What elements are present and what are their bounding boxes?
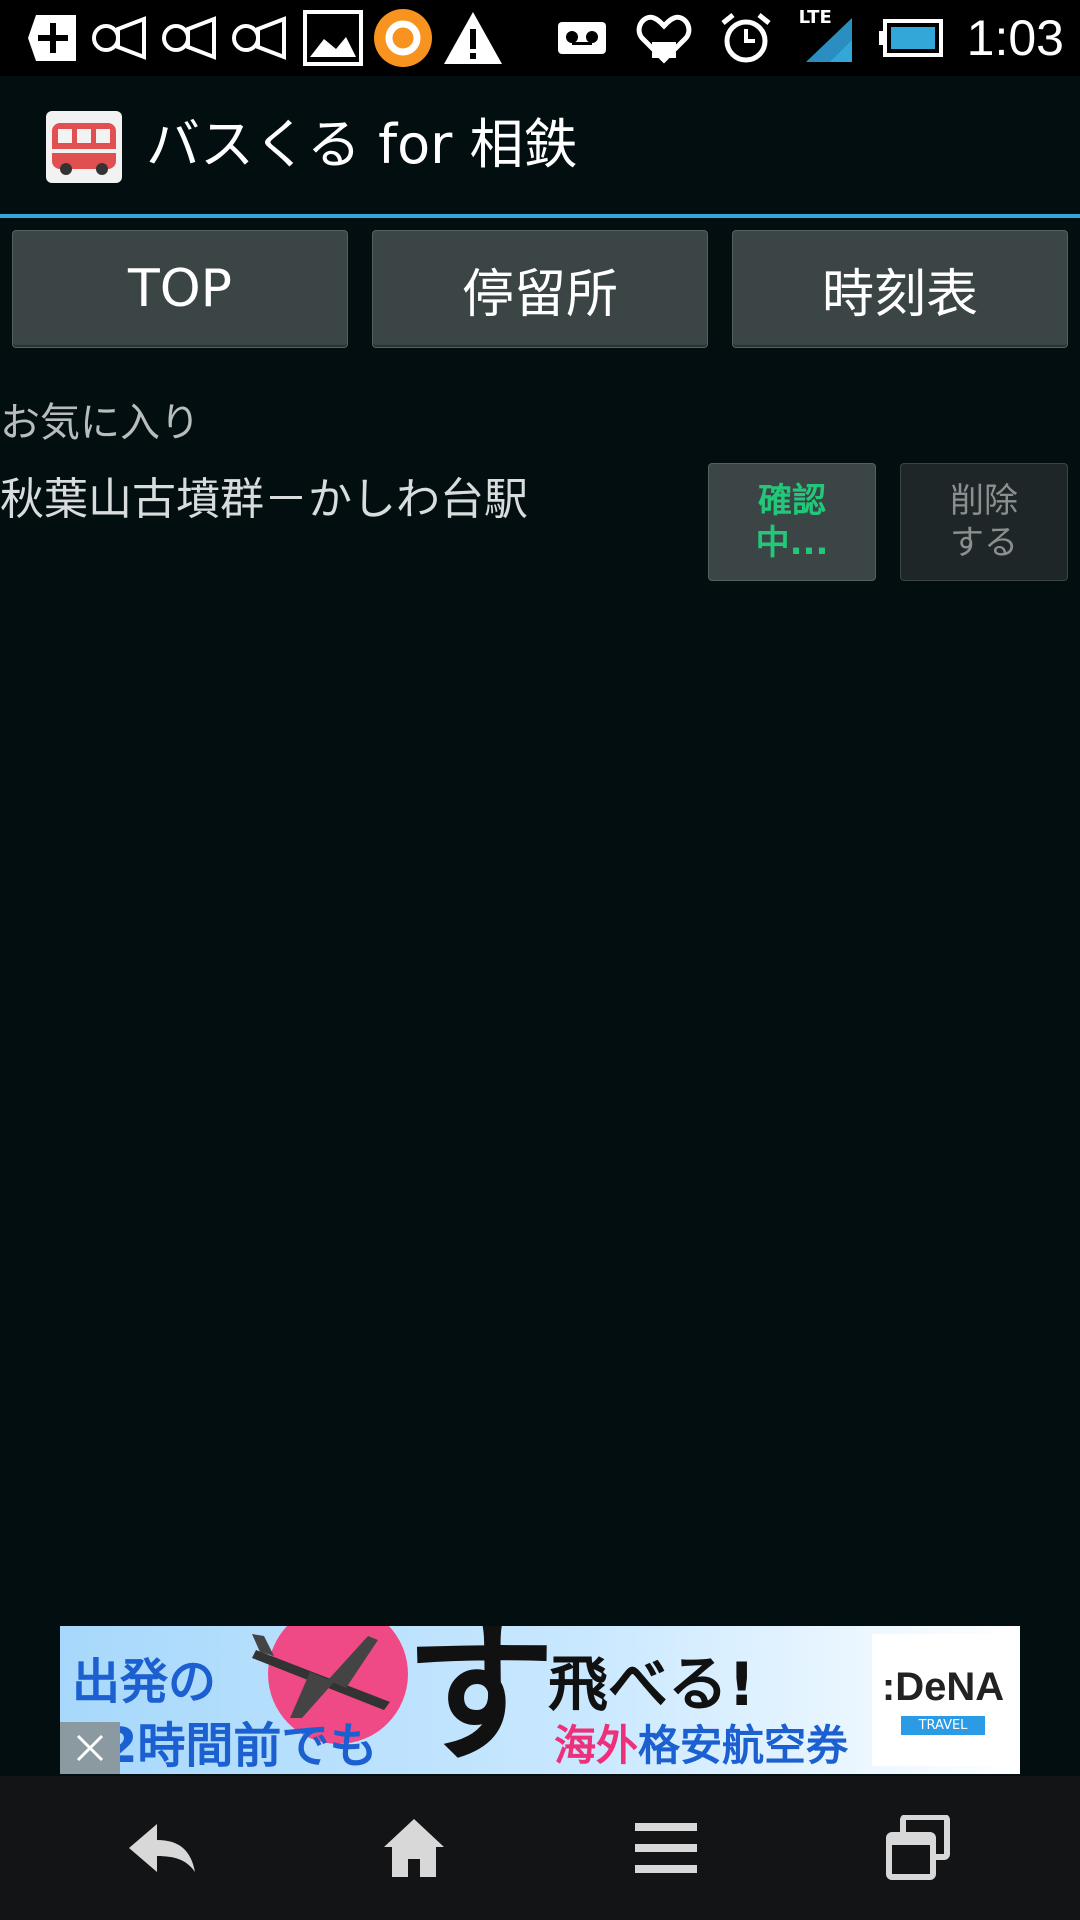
ad-big-char: す: [405, 1626, 556, 1774]
ad-close-icon[interactable]: [60, 1722, 120, 1774]
network-type: LTE: [798, 7, 832, 28]
warning-icon: [442, 7, 504, 69]
megaphone-icon: [162, 7, 224, 69]
ad-text-line1: 出発の: [72, 1654, 217, 1710]
tab-timetable[interactable]: 時刻表: [732, 230, 1068, 348]
delete-button[interactable]: 削除 する: [900, 463, 1068, 581]
image-icon: [302, 7, 364, 69]
ad-sub-blue: 格安航空券: [638, 1721, 849, 1770]
ad-banner[interactable]: 出発の 2時間前でも す 飛べる! 海外格安航空券 :DeNA TRAVEL: [60, 1626, 1020, 1774]
signal-icon: LTE: [797, 7, 859, 69]
favorites-section-label: お気に入り: [0, 400, 200, 446]
heart-icon: [633, 7, 695, 69]
home-icon[interactable]: [354, 1796, 474, 1900]
ad-text-line2: 2時間前でも: [104, 1718, 378, 1774]
app-title: バスくる for 相鉄: [146, 113, 578, 176]
ad-subline: 海外格安航空券: [554, 1712, 848, 1773]
bus-app-icon: [46, 111, 122, 183]
megaphone-icon: [92, 7, 154, 69]
dena-logo: :DeNA TRAVEL: [872, 1634, 1014, 1766]
alarm-icon: [715, 7, 777, 69]
check-button[interactable]: 確認 中...: [708, 463, 876, 581]
battery-icon: [878, 7, 943, 69]
tab-top[interactable]: TOP: [12, 230, 348, 348]
recent-apps-icon[interactable]: [858, 1796, 978, 1900]
tab-bus-stops[interactable]: 停留所: [372, 230, 708, 348]
ad-headline: 飛べる!: [548, 1650, 756, 1720]
ad-brand: :DeNA: [881, 1665, 1005, 1709]
system-icons: LTE 1:03: [551, 6, 1064, 70]
voicemail-icon: [551, 7, 613, 69]
system-navigation-bar: [0, 1776, 1080, 1920]
action-bar: バスくる for 相鉄: [0, 76, 1080, 218]
notification-icons: [22, 6, 504, 70]
ad-brand-sub: TRAVEL: [900, 1716, 986, 1735]
plus-icon: [22, 7, 84, 69]
menu-icon[interactable]: [606, 1796, 726, 1900]
favorite-route-name[interactable]: 秋葉山古墳群－かしわ台駅: [0, 472, 528, 528]
megaphone-icon: [232, 7, 294, 69]
status-bar: LTE 1:03: [0, 0, 1080, 76]
back-icon[interactable]: [102, 1796, 222, 1900]
clock: 1:03: [966, 10, 1064, 66]
circle-app-icon: [372, 7, 434, 69]
ad-sub-pink: 海外: [554, 1721, 639, 1770]
